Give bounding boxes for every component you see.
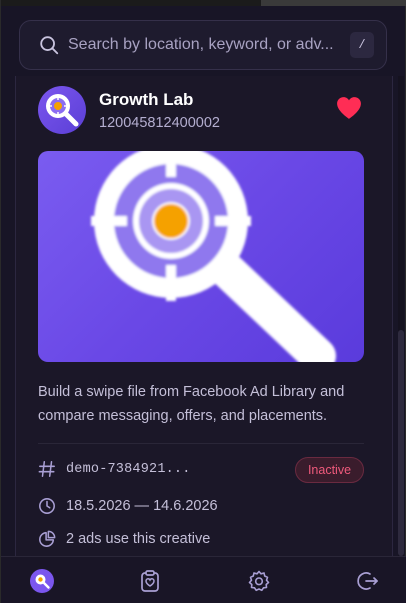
search-icon [30,569,54,593]
ad-description: Build a swipe file from Facebook Ad Libr… [38,384,345,424]
clipboard-heart-icon [141,570,159,592]
clock-icon [39,498,55,514]
ad-card: Growth Lab 120045812400002 Build a swipe… [15,76,393,556]
status-badge: Inactive [295,457,364,483]
nav-search-button[interactable] [29,568,55,594]
magnifier-illustration-icon [91,151,336,362]
divider [38,443,364,444]
hash-icon [38,461,55,477]
heart-icon[interactable] [336,96,362,120]
ad-id: demo-7384921... [66,461,191,477]
search-icon [40,36,59,55]
logout-icon [357,572,378,590]
usage-count: 2 ads use this creative [66,531,211,547]
nav-settings-button[interactable] [246,568,272,594]
ad-creative-image[interactable] [38,151,364,362]
pie-chart-icon [39,530,56,547]
search-bar[interactable]: / [19,20,387,70]
app-window: / Growth Lab 120045812400002 [0,0,406,603]
ad-id-row: demo-7384921... [38,460,191,478]
top-strip [1,0,406,6]
magnifier-logo-icon [46,94,79,127]
date-row: 18.5.2026 — 14.6.2026 [38,497,218,515]
scrollbar-thumb[interactable] [398,330,404,556]
usage-row: 2 ads use this creative [38,530,210,548]
avatar[interactable] [38,86,86,134]
nav-logout-button[interactable] [355,568,381,594]
nav-saved-button[interactable] [137,568,163,594]
gear-icon [248,570,270,592]
search-input[interactable] [68,30,350,60]
page-id: 120045812400002 [99,115,220,131]
search-shortcut-key: / [350,32,374,58]
bottom-navigation [1,556,406,603]
page-title: Growth Lab [99,90,194,109]
date-range: 18.5.2026 — 14.6.2026 [66,498,218,514]
